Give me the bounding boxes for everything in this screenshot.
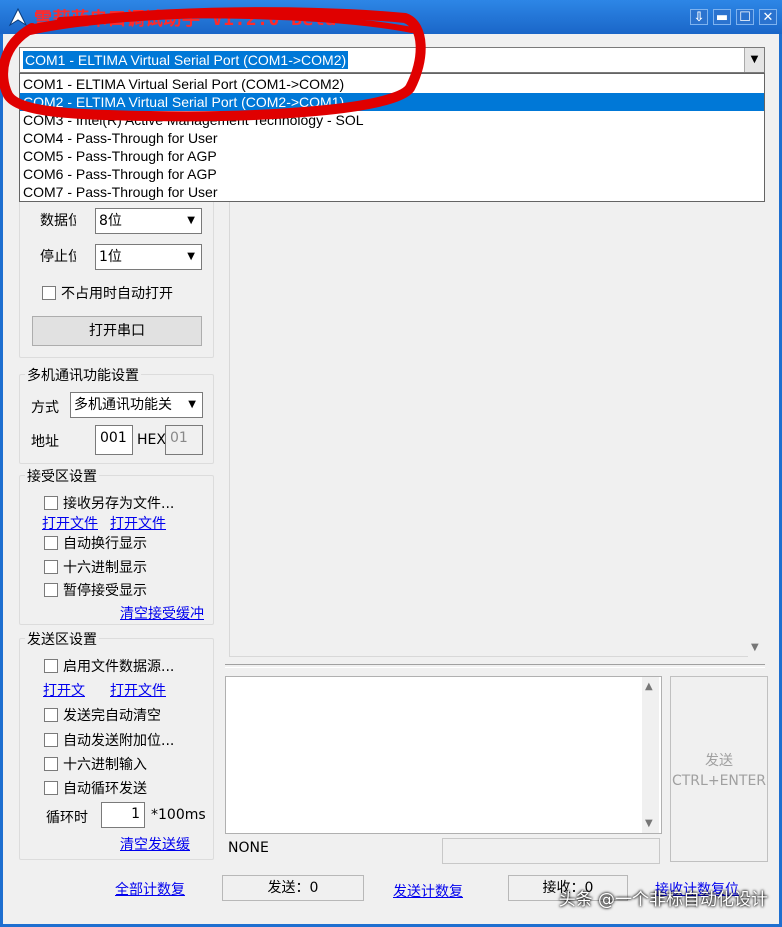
port-option-com4[interactable]: COM4 - Pass-Through for User bbox=[20, 129, 764, 147]
auto-append-label: 自动发送附加位... bbox=[63, 733, 175, 749]
auto-clear-label: 发送完自动清空 bbox=[63, 708, 161, 724]
close-button[interactable]: ✕ bbox=[759, 9, 777, 25]
hex-display-checkbox[interactable] bbox=[44, 560, 58, 574]
save-receive-checkbox[interactable] bbox=[44, 496, 58, 510]
window-title: 雪莉蓝串口调试助手 V1.2.0 Beta bbox=[34, 9, 337, 30]
watermark: 头条 @一个非标自动化设计 bbox=[558, 890, 768, 910]
stopbits-select[interactable]: 1位 ▼ bbox=[95, 244, 202, 270]
use-file-label: 启用文件数据源... bbox=[63, 659, 175, 675]
send-open-file-link-2[interactable]: 打开文件 bbox=[110, 680, 166, 700]
send-settings-title: 发送区设置 bbox=[25, 629, 99, 649]
app-icon bbox=[8, 7, 28, 27]
stopbits-value: 1位 bbox=[99, 249, 122, 265]
port-option-com6[interactable]: COM6 - Pass-Through for AGP bbox=[20, 165, 764, 183]
clear-receive-buffer-link[interactable]: 清空接受缓冲 bbox=[120, 603, 204, 623]
receive-open-file-link-1[interactable]: 打开文件 bbox=[42, 513, 98, 533]
send-scrollbar[interactable]: ▲ ▼ bbox=[642, 677, 659, 833]
address-label: 地址 bbox=[31, 434, 59, 450]
port-select-value: COM1 - ELTIMA Virtual Serial Port (COM1-… bbox=[23, 51, 349, 69]
port-option-com1[interactable]: COM1 - ELTIMA Virtual Serial Port (COM1-… bbox=[20, 75, 764, 93]
hex-input-checkbox[interactable] bbox=[44, 757, 58, 771]
receive-text-area[interactable] bbox=[229, 200, 765, 657]
open-port-button[interactable]: 打开串口 bbox=[32, 316, 202, 346]
port-option-com2[interactable]: COM2 - ELTIMA Virtual Serial Port (COM2-… bbox=[20, 93, 764, 111]
mode-label: 方式 bbox=[31, 400, 59, 416]
databits-select[interactable]: 8位 ▼ bbox=[95, 208, 202, 234]
port-dropdown-list: COM1 - ELTIMA Virtual Serial Port (COM1-… bbox=[19, 73, 765, 202]
pause-display-label: 暂停接受显示 bbox=[63, 583, 147, 599]
sent-count: 发送：0 bbox=[222, 875, 364, 901]
send-open-file-link-1[interactable]: 打开文 bbox=[43, 680, 85, 700]
chevron-down-icon: ▼ bbox=[188, 399, 196, 410]
send-button[interactable]: 发送 CTRL+ENTER bbox=[670, 676, 768, 862]
auto-open-checkbox[interactable] bbox=[42, 286, 56, 300]
auto-clear-checkbox[interactable] bbox=[44, 708, 58, 722]
mode-select[interactable]: 多机通讯功能关 ▼ bbox=[70, 392, 203, 418]
receive-open-file-link-2[interactable]: 打开文件 bbox=[110, 513, 166, 533]
auto-newline-label: 自动换行显示 bbox=[63, 536, 147, 552]
scroll-down-arrow-icon[interactable]: ▼ bbox=[645, 818, 653, 829]
databits-value: 8位 bbox=[99, 213, 122, 229]
loop-interval-input[interactable]: 1 bbox=[101, 802, 145, 828]
status-field bbox=[442, 838, 660, 864]
receive-settings-title: 接受区设置 bbox=[25, 466, 99, 486]
send-button-shortcut: CTRL+ENTER bbox=[671, 773, 767, 789]
loop-interval-label: 循环时 bbox=[46, 810, 88, 826]
send-text-area[interactable] bbox=[225, 676, 662, 834]
pause-display-checkbox[interactable] bbox=[44, 583, 58, 597]
receive-scrollbar[interactable]: ▼ bbox=[748, 200, 765, 657]
splitter[interactable] bbox=[225, 664, 765, 668]
chevron-down-icon: ▼ bbox=[187, 251, 195, 262]
save-receive-label: 接收另存为文件... bbox=[63, 496, 175, 512]
tray-button[interactable]: ⇩ bbox=[690, 9, 708, 25]
chevron-down-icon[interactable]: ▼ bbox=[744, 48, 764, 72]
auto-loop-checkbox[interactable] bbox=[44, 781, 58, 795]
scroll-down-arrow-icon[interactable]: ▼ bbox=[751, 642, 759, 653]
reset-sent-counter-link[interactable]: 发送计数复 bbox=[393, 881, 463, 901]
hex-address-input: 01 bbox=[165, 425, 203, 455]
hex-label: HEX bbox=[137, 432, 166, 448]
stopbits-label: 停止位 bbox=[40, 249, 76, 265]
maximize-button[interactable]: ☐ bbox=[736, 9, 754, 25]
mode-value: 多机通讯功能关 bbox=[74, 397, 172, 413]
send-button-label: 发送 bbox=[705, 753, 733, 769]
scroll-up-arrow-icon[interactable]: ▲ bbox=[645, 681, 653, 692]
use-file-checkbox[interactable] bbox=[44, 659, 58, 673]
port-option-com7[interactable]: COM7 - Pass-Through for User bbox=[20, 183, 764, 201]
clear-send-buffer-link[interactable]: 清空发送缓 bbox=[120, 834, 190, 854]
address-input[interactable]: 001 bbox=[95, 425, 133, 455]
auto-open-label: 不占用时自动打开 bbox=[61, 286, 173, 302]
port-option-com5[interactable]: COM5 - Pass-Through for AGP bbox=[20, 147, 764, 165]
auto-newline-checkbox[interactable] bbox=[44, 536, 58, 550]
port-select[interactable]: COM1 - ELTIMA Virtual Serial Port (COM1-… bbox=[19, 47, 765, 73]
port-option-com3[interactable]: COM3 - Intel(R) Active Management Techno… bbox=[20, 111, 764, 129]
auto-append-checkbox[interactable] bbox=[44, 733, 58, 747]
hex-display-label: 十六进制显示 bbox=[63, 560, 147, 576]
multi-settings-title: 多机通讯功能设置 bbox=[25, 365, 141, 385]
databits-label: 数据位 bbox=[40, 213, 76, 229]
chevron-down-icon: ▼ bbox=[187, 215, 195, 226]
hex-input-label: 十六进制输入 bbox=[63, 757, 147, 773]
reset-all-counters-link[interactable]: 全部计数复 bbox=[115, 879, 185, 899]
loop-unit-label: *100ms bbox=[151, 807, 206, 823]
auto-loop-label: 自动循环发送 bbox=[63, 781, 147, 797]
status-text: NONE bbox=[228, 840, 269, 856]
minimize-button[interactable]: ▬ bbox=[713, 9, 731, 25]
